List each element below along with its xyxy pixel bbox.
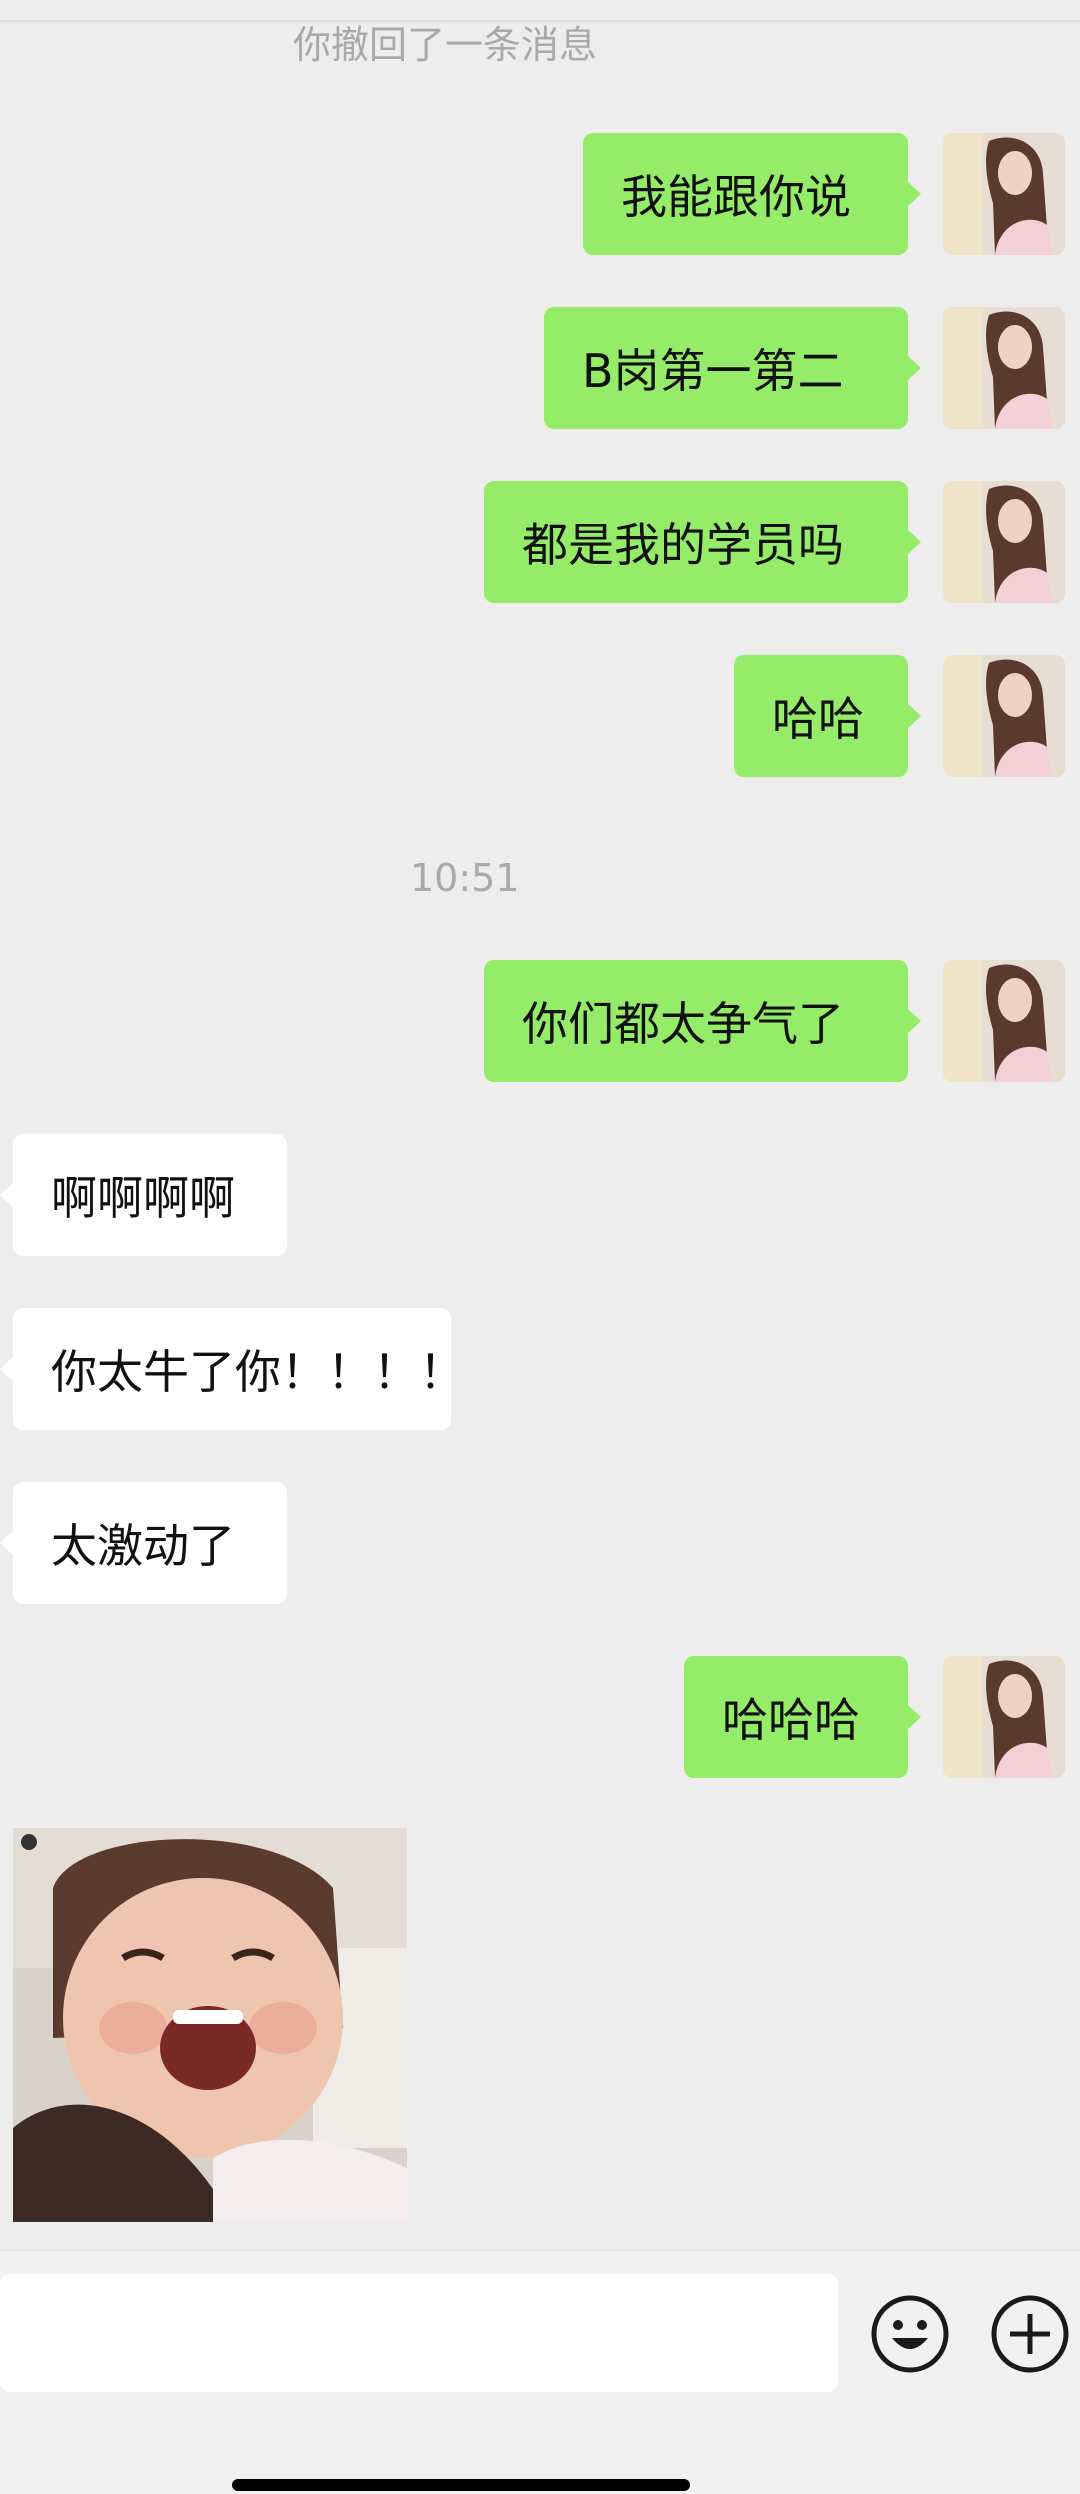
message-input[interactable] <box>0 2274 838 2392</box>
avatar[interactable] <box>943 655 1065 777</box>
recall-notice: 你撤回了一条消息 <box>293 23 598 67</box>
message-bubble-sent[interactable]: 哈哈哈 <box>684 1656 921 1778</box>
avatar[interactable] <box>943 1656 1065 1778</box>
message-bubble-sent[interactable]: 都是我的学员吗 <box>484 481 921 603</box>
avatar[interactable] <box>943 481 1065 603</box>
smiley-face-icon[interactable] <box>870 2294 950 2374</box>
message-bubble-sent[interactable]: B岗第一第二 <box>544 307 921 429</box>
home-indicator <box>232 2479 690 2491</box>
timestamp: 10:51 <box>410 856 520 900</box>
avatar[interactable] <box>943 133 1065 255</box>
message-bubble-received[interactable]: 啊啊啊啊 <box>0 1134 287 1256</box>
plus-circle-icon[interactable] <box>990 2294 1070 2374</box>
laughing-baby-sticker[interactable] <box>13 1828 407 2222</box>
message-bubble-sent[interactable]: 哈哈 <box>734 655 921 777</box>
message-bubble-sent[interactable]: 你们都太争气了 <box>484 960 921 1082</box>
message-bubble-received[interactable]: 你太牛了你！！！！ <box>0 1308 465 1430</box>
message-bubble-sent[interactable]: 我能跟你说 <box>583 133 921 255</box>
avatar[interactable] <box>943 307 1065 429</box>
message-bubble-received[interactable]: 太激动了 <box>0 1482 287 1604</box>
avatar[interactable] <box>943 960 1065 1082</box>
